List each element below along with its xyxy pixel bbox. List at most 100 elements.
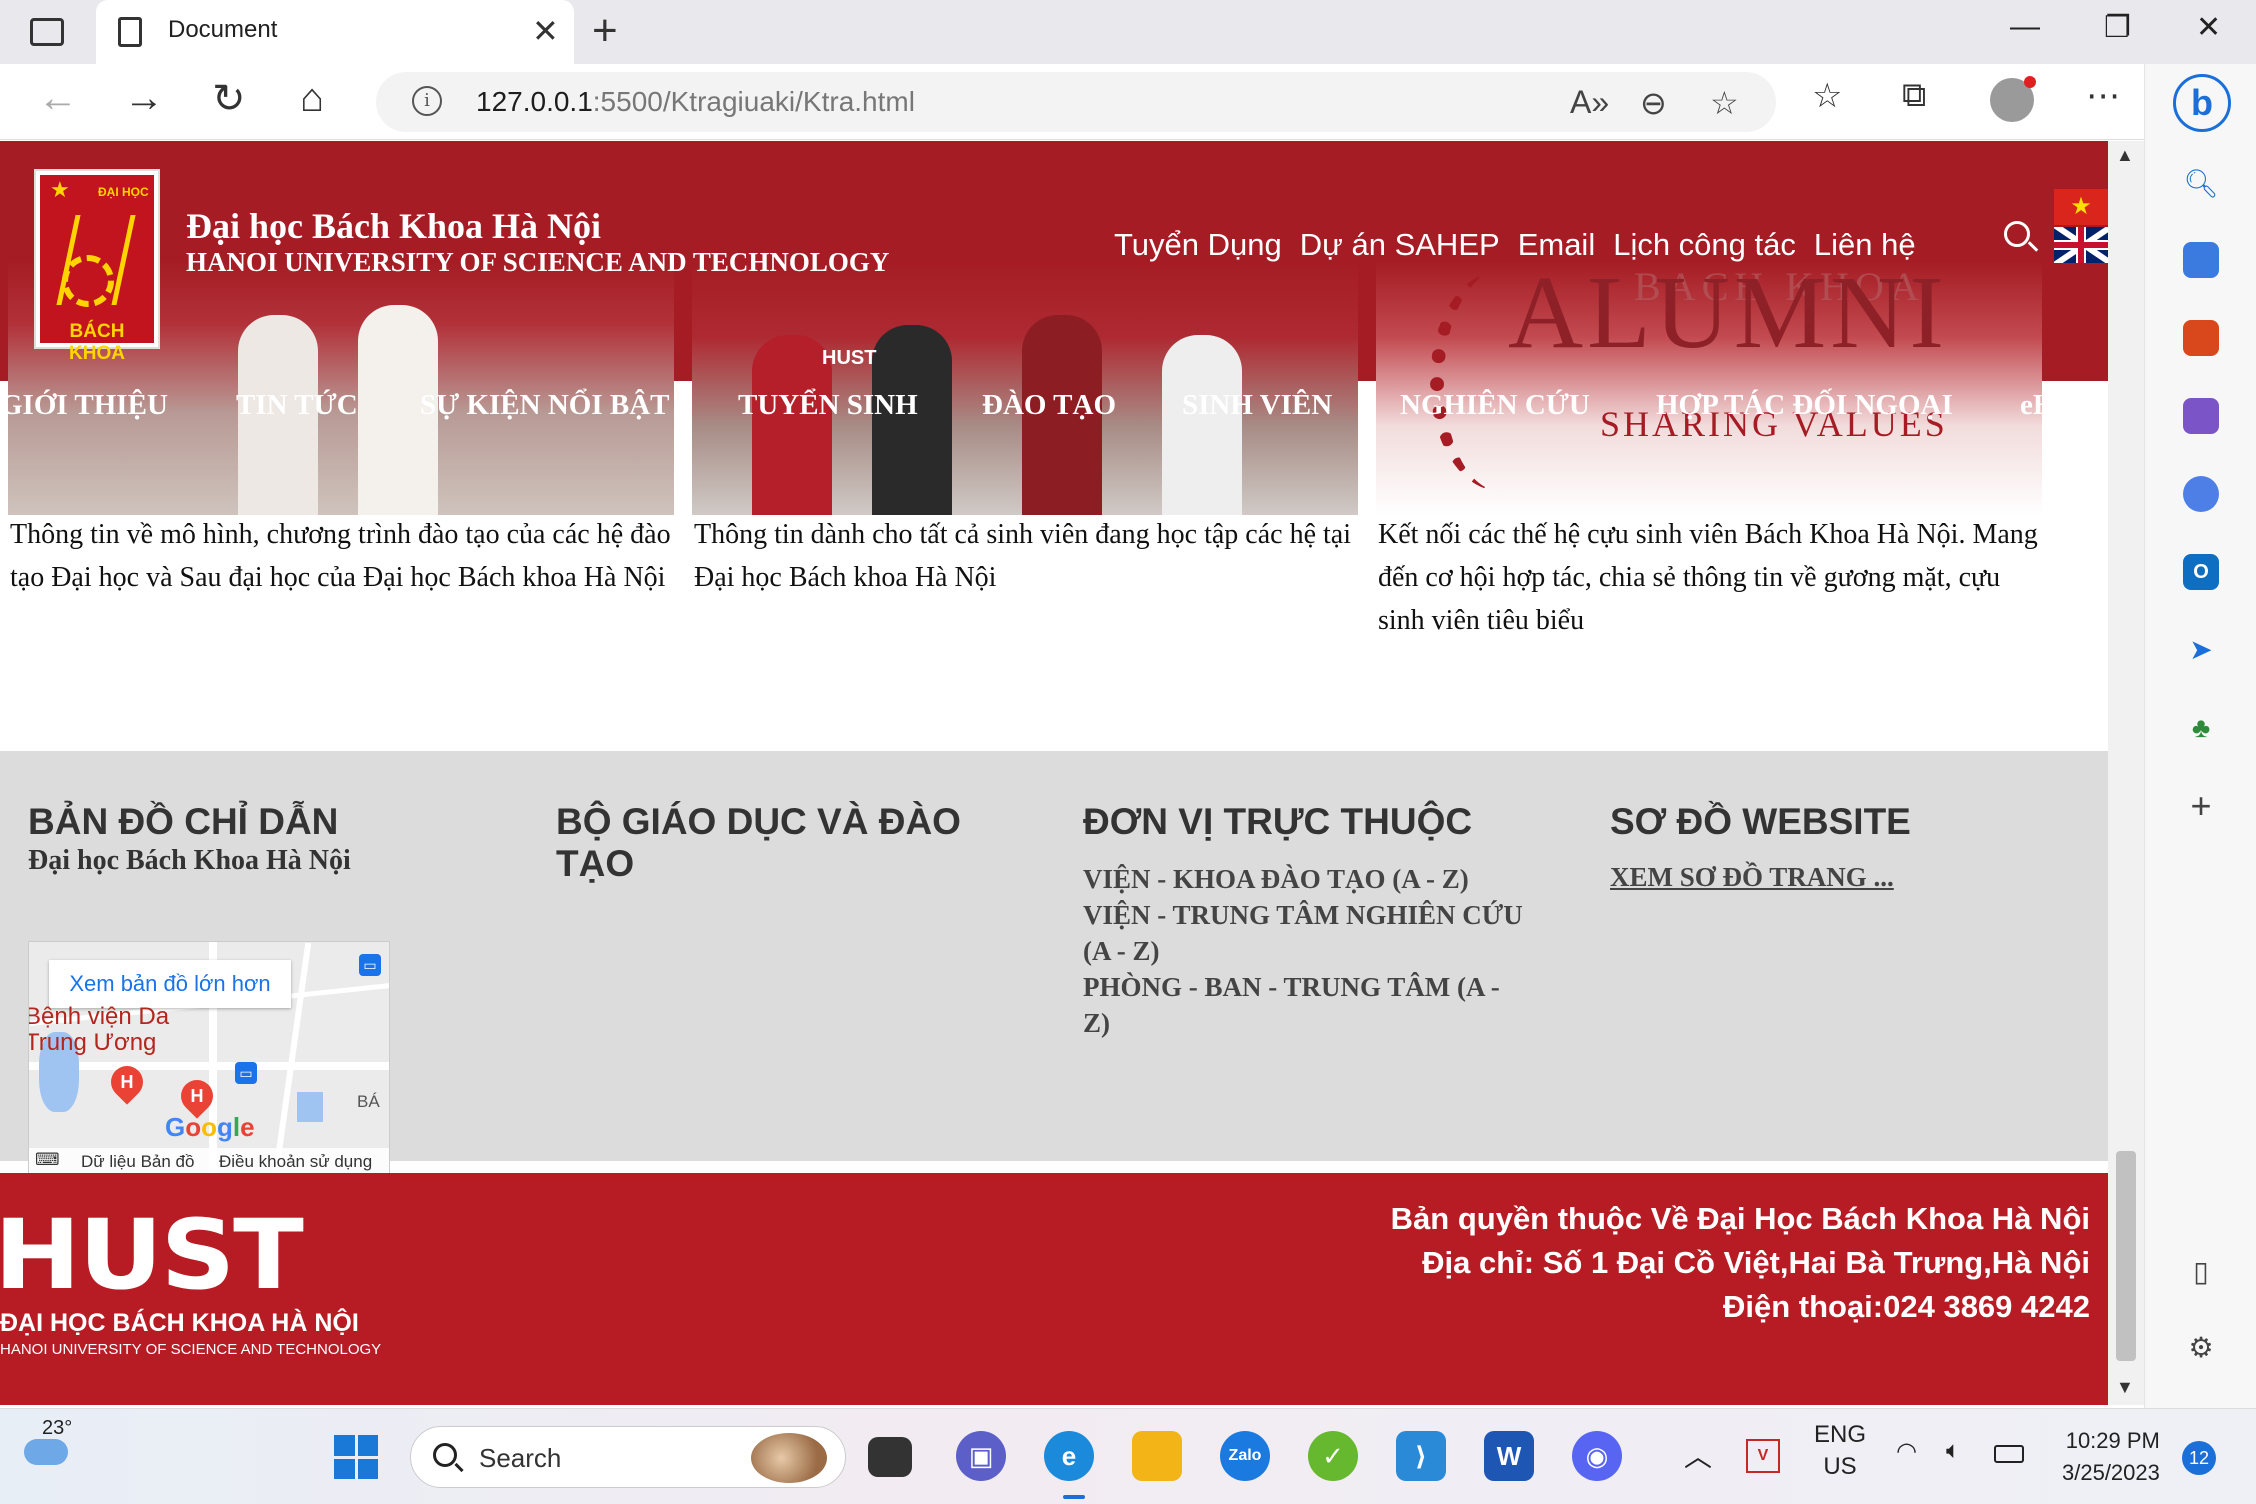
alumni-text: ALUMNI: [1508, 255, 1948, 370]
zoom-out-icon[interactable]: ⊖: [1640, 84, 1667, 122]
bus-stop-icon[interactable]: ▭: [359, 954, 381, 976]
tab-actions-icon[interactable]: [30, 18, 64, 46]
send-icon[interactable]: ➤: [2183, 632, 2219, 668]
system-clock[interactable]: 10:29 PM 3/25/2023: [2062, 1425, 2160, 1489]
tools-icon[interactable]: [2183, 320, 2219, 356]
close-tab-icon[interactable]: ✕: [532, 12, 559, 50]
top-link-email[interactable]: Email: [1518, 227, 1596, 263]
scroll-down-icon[interactable]: ▼: [2116, 1377, 2134, 1398]
nav-about[interactable]: GIỚI THIỆU: [0, 389, 168, 422]
map-subheading: Đại học Bách Khoa Hà Nội: [28, 845, 351, 876]
nav-admissions[interactable]: TUYỂN SINH: [738, 389, 918, 422]
read-aloud-icon[interactable]: A»: [1570, 84, 1609, 121]
forward-icon[interactable]: →: [124, 76, 164, 121]
star-icon: ★: [50, 177, 70, 202]
add-sidebar-app-icon[interactable]: +: [2183, 788, 2219, 824]
sitemap-link[interactable]: XEM SƠ ĐỒ TRANG ...: [1610, 859, 2070, 895]
nav-events[interactable]: SỰ KIỆN NỔI BẬT: [420, 389, 670, 422]
university-logo[interactable]: ★ ĐẠI HỌC BÁCH KHOA: [34, 169, 160, 364]
bing-chat-icon[interactable]: b: [2173, 74, 2231, 132]
site-info-icon[interactable]: i: [412, 86, 442, 116]
google-logo: Google: [165, 1112, 255, 1142]
view-larger-map-button[interactable]: Xem bản đồ lớn hơn: [49, 960, 291, 1008]
close-window-icon[interactable]: ✕: [2196, 10, 2221, 45]
browser-tab[interactable]: Document ✕: [96, 0, 574, 64]
notification-badge[interactable]: 12: [2182, 1441, 2216, 1475]
units-link-research-centers[interactable]: VIỆN - TRUNG TÂM NGHIÊN CỨU (A - Z): [1083, 897, 1533, 969]
scroll-up-icon[interactable]: ▲: [2116, 145, 2134, 166]
outlook-icon[interactable]: O: [2183, 554, 2219, 590]
wifi-icon[interactable]: ◠: [1896, 1437, 1917, 1466]
embedded-map[interactable]: Xem bản đồ lớn hơn Bệnh viện Da Trung Ươn…: [28, 941, 390, 1175]
map-data-link[interactable]: Dữ liệu Bản đồ: [81, 1152, 194, 1172]
map-terms-link[interactable]: Điều khoản sử dụng: [219, 1152, 372, 1172]
office-icon[interactable]: [2183, 476, 2219, 512]
profile-avatar[interactable]: [1990, 76, 2036, 122]
scroll-thumb[interactable]: [2116, 1151, 2136, 1361]
hospital-pin-icon[interactable]: H: [104, 1059, 150, 1105]
top-link-schedule[interactable]: Lịch công tác: [1613, 227, 1796, 263]
word-icon[interactable]: W: [1484, 1431, 1534, 1481]
nav-students[interactable]: SINH VIÊN: [1182, 389, 1332, 422]
nav-training[interactable]: ĐÀO TẠO: [982, 389, 1116, 422]
start-button[interactable]: [334, 1435, 378, 1479]
top-link-contact[interactable]: Liên hệ: [1814, 227, 1916, 263]
active-app-indicator: [1063, 1495, 1085, 1499]
uk-flag-icon[interactable]: [2054, 227, 2108, 263]
address-bar[interactable]: i 127.0.0.1:5500/Ktragiuaki/Ktra.html A»…: [376, 72, 1776, 132]
coccoc-icon[interactable]: ✓: [1308, 1431, 1358, 1481]
back-icon[interactable]: ←: [38, 76, 78, 121]
page-scrollbar[interactable]: ▲ ▼: [2108, 141, 2144, 1405]
units-link-faculties[interactable]: VIỆN - KHOA ĐÀO TẠO (A - Z): [1083, 861, 1533, 897]
keyboard-icon[interactable]: ⌨: [35, 1150, 60, 1170]
task-view-icon[interactable]: [868, 1437, 912, 1477]
taskbar-search[interactable]: Search: [410, 1426, 846, 1488]
home-icon[interactable]: ⌂: [300, 76, 324, 121]
new-tab-button[interactable]: +: [592, 6, 618, 56]
nav-research[interactable]: NGHIÊN CỨU: [1400, 389, 1590, 422]
discord-icon[interactable]: ◉: [1572, 1431, 1622, 1481]
vietnam-flag-icon[interactable]: ★: [2054, 189, 2108, 225]
search-icon: [433, 1443, 457, 1467]
university-name-en: HANOI UNIVERSITY OF SCIENCE AND TECHNOLO…: [186, 247, 890, 277]
shopping-icon[interactable]: [2183, 242, 2219, 278]
minimize-icon[interactable]: —: [2010, 10, 2040, 44]
more-menu-icon[interactable]: ⋯: [2086, 76, 2120, 116]
ministry-heading[interactable]: BỘ GIÁO DỤC VÀ ĐÀO TẠO: [556, 801, 1016, 885]
top-link-sahep[interactable]: Dự án SAHEP: [1300, 227, 1500, 263]
games-icon[interactable]: [2183, 398, 2219, 434]
edge-icon[interactable]: e: [1044, 1431, 1094, 1481]
file-explorer-icon[interactable]: [1132, 1431, 1182, 1481]
nav-news[interactable]: TIN TỨC: [236, 389, 358, 422]
top-link-careers[interactable]: Tuyển Dụng: [1114, 227, 1282, 263]
map-edge-label: BÁ: [357, 1092, 380, 1111]
volume-icon[interactable]: 🔈︎: [1946, 1437, 1960, 1465]
favorites-icon[interactable]: ☆: [1812, 76, 1842, 116]
unikey-icon[interactable]: V: [1746, 1439, 1780, 1473]
vscode-icon[interactable]: ⟩: [1396, 1431, 1446, 1481]
document-icon: [118, 17, 142, 47]
site-search-icon[interactable]: [2004, 221, 2030, 247]
tree-icon[interactable]: ♣: [2183, 710, 2219, 746]
zalo-icon[interactable]: Zalo: [1220, 1431, 1270, 1481]
teams-chat-icon[interactable]: ▣: [956, 1431, 1006, 1481]
nav-international[interactable]: HỢP TÁC ĐỐI NGOẠI: [1656, 389, 1953, 422]
refresh-icon[interactable]: ↻: [212, 76, 246, 122]
url-text[interactable]: 127.0.0.1:5500/Ktragiuaki/Ktra.html: [476, 86, 915, 118]
card-image-students[interactable]: HUST: [692, 261, 1358, 515]
nav-ehust[interactable]: eHUST: [2020, 389, 2108, 422]
settings-gear-icon[interactable]: ⚙: [2183, 1330, 2219, 1366]
collections-icon[interactable]: ⧉: [1902, 76, 1926, 115]
hide-sidebar-icon[interactable]: ▯: [2183, 1254, 2219, 1290]
show-hidden-icons[interactable]: ︿: [1684, 1435, 1712, 1475]
units-link-offices[interactable]: PHÒNG - BAN - TRUNG TÂM (A - Z): [1083, 969, 1533, 1041]
battery-icon[interactable]: [1994, 1445, 2024, 1463]
footer-copyright: Bản quyền thuộc Về Đại Học Bách Khoa Hà …: [1390, 1201, 2090, 1236]
add-favorite-icon[interactable]: ☆: [1710, 84, 1739, 122]
cloud-icon: [24, 1439, 68, 1465]
search-icon[interactable]: 🔍︎: [2183, 166, 2219, 202]
bus-stop-icon[interactable]: ▭: [235, 1062, 257, 1084]
clock-time: 10:29 PM: [2065, 1428, 2160, 1453]
language-indicator[interactable]: ENG US: [1814, 1419, 1866, 1483]
restore-icon[interactable]: ❐: [2104, 10, 2131, 45]
